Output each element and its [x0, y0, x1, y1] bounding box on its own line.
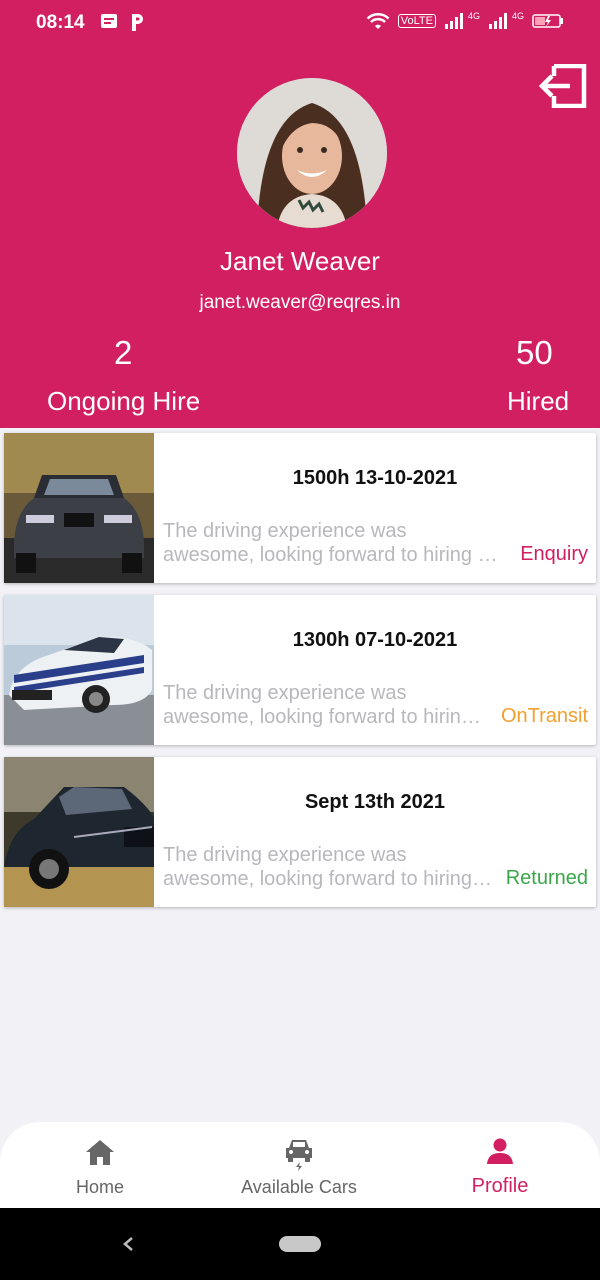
- home-icon: [86, 1140, 114, 1165]
- user-email: janet.weaver@reqres.in: [199, 292, 401, 313]
- nav-cars-label: Available Cars: [241, 1177, 357, 1197]
- description-line: The driving experience was: [163, 682, 407, 704]
- description-line: awesome, looking forward to hiring again: [163, 544, 498, 566]
- signal-icon: [444, 13, 463, 29]
- hire-date: 1500h 13-10-2021: [292, 467, 458, 489]
- home-pill[interactable]: [279, 1236, 321, 1252]
- description-line: The driving experience was: [163, 844, 407, 866]
- car-image: [4, 595, 154, 745]
- car-icon: [286, 1140, 312, 1171]
- nav-available-cars[interactable]: Available Cars: [214, 1122, 384, 1208]
- user-name: Janet Weaver: [220, 246, 380, 276]
- logout-button[interactable]: [538, 63, 588, 109]
- battery-icon: [532, 14, 563, 28]
- description-line: awesome, looking forward to hiring again: [163, 706, 483, 728]
- hire-date: 1300h 07-10-2021: [292, 629, 458, 651]
- parking-icon: [132, 14, 143, 31]
- status-time: 08:14: [36, 12, 85, 33]
- car-image: [4, 757, 154, 907]
- nav-home-label: Home: [75, 1177, 124, 1197]
- signal-icon: [488, 13, 507, 29]
- bottom-navigation: Home Available Cars Profile: [0, 1122, 600, 1208]
- back-icon[interactable]: [120, 1230, 136, 1258]
- nav-home[interactable]: Home: [40, 1122, 160, 1208]
- message-icon: [101, 14, 117, 28]
- description-line: awesome, looking forward to hiring again: [163, 868, 493, 890]
- ongoing-hire-label: Ongoing Hire: [47, 386, 201, 416]
- hire-card[interactable]: 1300h 07-10-2021 The driving experience …: [4, 595, 596, 745]
- car-image: [4, 433, 154, 583]
- status-badge: Enquiry: [520, 543, 588, 565]
- status-bar: 08:14 VoLTE 4G 4G: [0, 0, 600, 48]
- ongoing-hire-count: 2: [114, 334, 133, 371]
- hire-date: Sept 13th 2021: [304, 791, 446, 813]
- network-type: 4G: [511, 11, 524, 21]
- hire-card[interactable]: Sept 13th 2021 The driving experience wa…: [4, 757, 596, 907]
- network-type: 4G: [467, 11, 480, 21]
- profile-header: 08:14 VoLTE 4G 4G Janet Weaver janet.wea…: [0, 0, 600, 428]
- avatar: [237, 78, 387, 228]
- hire-description: The driving experience was awesome, look…: [163, 681, 498, 729]
- wifi-icon: [366, 12, 390, 29]
- system-navigation-bar: [0, 1208, 600, 1280]
- person-icon: [487, 1138, 513, 1164]
- hire-description: The driving experience was awesome, look…: [163, 519, 498, 567]
- status-badge: OnTransit: [500, 705, 588, 727]
- logout-icon: [538, 63, 587, 109]
- nav-profile[interactable]: Profile: [440, 1122, 560, 1208]
- hired-count: 50: [516, 334, 553, 371]
- hire-description: The driving experience was awesome, look…: [163, 843, 498, 891]
- hired-label: Hired: [507, 386, 570, 416]
- status-badge: Returned: [505, 867, 588, 889]
- hire-card[interactable]: 1500h 13-10-2021 The driving experience …: [4, 433, 596, 583]
- description-line: The driving experience was: [163, 520, 407, 542]
- volte-badge: VoLTE: [397, 14, 436, 28]
- nav-profile-label: Profile: [471, 1175, 529, 1197]
